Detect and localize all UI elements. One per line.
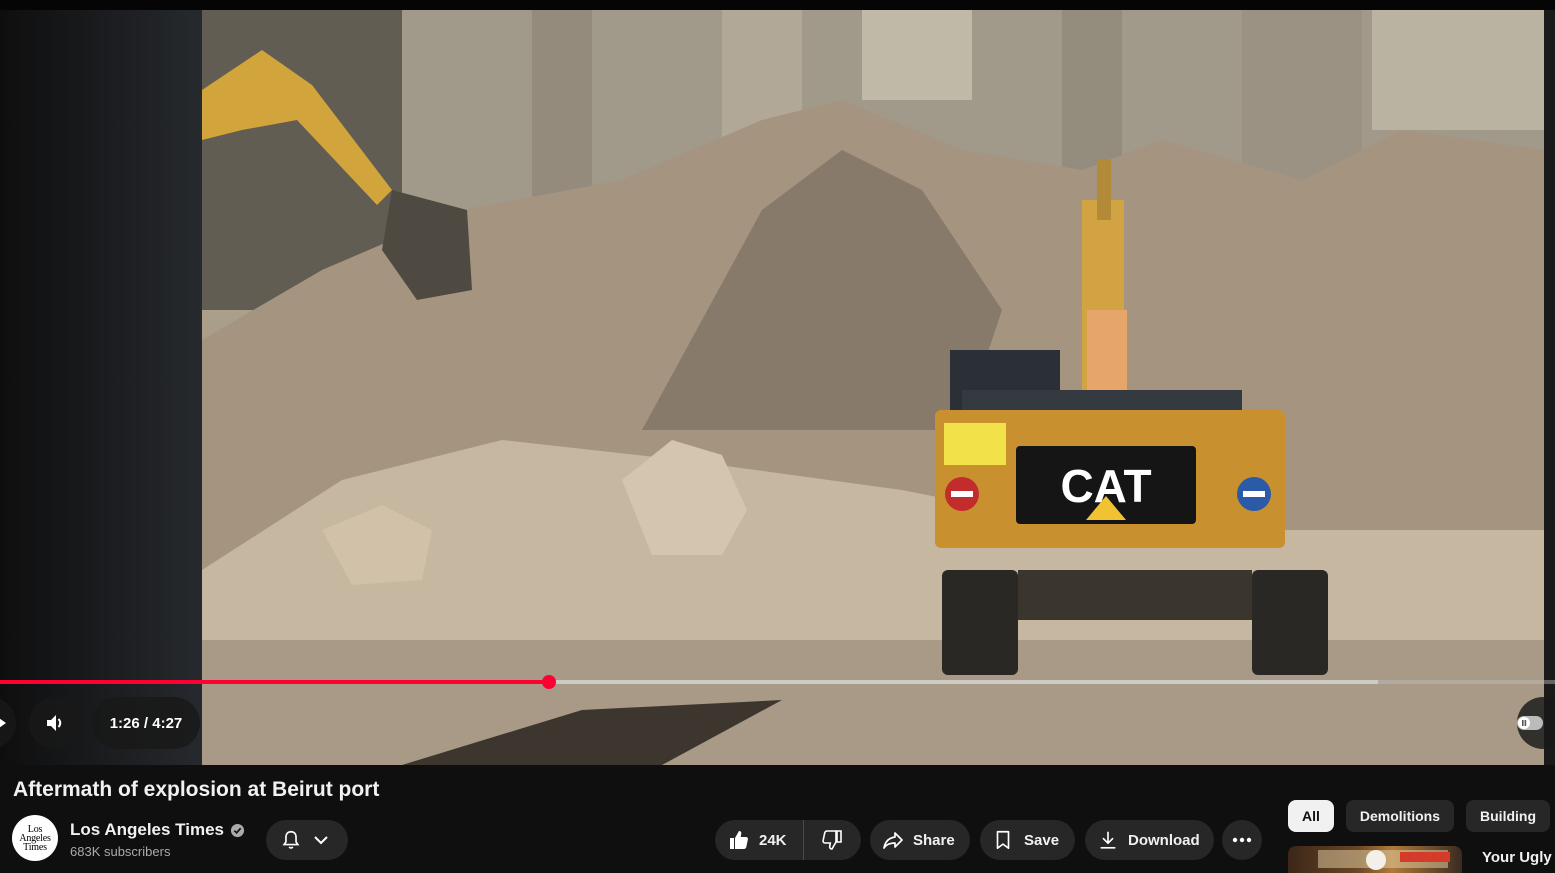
left-track (942, 570, 1018, 675)
progress-played (0, 680, 549, 684)
bell-icon (282, 830, 300, 849)
silo-panel (862, 10, 972, 100)
download-label: Download (1128, 831, 1200, 849)
dislike-button[interactable] (804, 820, 861, 860)
time-separator: / (143, 714, 149, 732)
right-sign-arrow (1243, 491, 1265, 497)
current-time: 1:26 (109, 714, 140, 732)
player-pillarbox-left (0, 10, 202, 765)
like-button[interactable]: 24K (715, 820, 804, 860)
recommendation-title[interactable]: Your Ugly C (1482, 849, 1555, 866)
save-label: Save (1024, 831, 1060, 849)
duration: 4:27 (152, 714, 183, 732)
silo-panel (1372, 10, 1544, 130)
chip-building[interactable]: Building (1466, 800, 1551, 832)
thumbs-down-icon (821, 830, 842, 850)
channel-name: Los Angeles Times (70, 820, 224, 839)
player-top-edge (0, 0, 1555, 10)
thumbnail-art (1318, 850, 1450, 870)
filter-chips: All Demolitions Building (1288, 800, 1555, 832)
channel-logo: Los Angeles Times (19, 824, 51, 853)
recommendation-thumbnail[interactable] (1288, 846, 1462, 873)
time-display: 1:26 / 4:27 (92, 697, 200, 749)
video-scene: CAT (202, 10, 1544, 765)
channel-avatar[interactable]: Los Angeles Times (12, 815, 58, 861)
ground (202, 640, 1544, 765)
video-title: Aftermath of explosion at Beirut port (13, 778, 380, 801)
download-button[interactable]: Download (1085, 820, 1214, 860)
share-button[interactable]: Share (870, 820, 970, 860)
volume-icon (47, 715, 62, 731)
hydraulic-hose (1087, 310, 1127, 390)
channel-name-link[interactable]: Los Angeles Times (70, 820, 245, 840)
save-button[interactable]: Save (980, 820, 1075, 860)
excavator-boom-tip (1097, 160, 1111, 220)
share-icon (883, 832, 903, 849)
channel-logo-line: Times (23, 841, 47, 853)
chevron-down-icon (314, 836, 328, 845)
video-frame[interactable]: CAT (202, 10, 1544, 765)
mute-button[interactable] (29, 697, 81, 749)
like-dislike-group: 24K (715, 820, 861, 860)
left-sign-arrow (951, 491, 973, 497)
more-actions-button[interactable] (1222, 820, 1262, 860)
more-horizontal-icon (1232, 837, 1252, 843)
autoplay-icon (1517, 716, 1543, 730)
undercarriage (1018, 570, 1252, 620)
chip-all[interactable]: All (1288, 800, 1334, 832)
player-pillarbox-right (1544, 10, 1555, 765)
progress-scrubber-handle[interactable] (541, 675, 556, 689)
share-label: Share (913, 831, 955, 849)
right-track (1252, 570, 1328, 675)
next-icon (0, 718, 6, 728)
progress-bar[interactable] (0, 680, 1555, 684)
bookmark-icon (996, 830, 1010, 850)
like-count: 24K (759, 831, 787, 849)
notification-button[interactable] (266, 820, 348, 860)
thumbs-up-icon (730, 831, 748, 849)
warning-sticker (944, 423, 1006, 465)
video-player[interactable]: CAT 1:26 / 4:27 (0, 0, 1555, 765)
chip-demolitions[interactable]: Demolitions (1345, 800, 1455, 832)
verified-icon (230, 823, 245, 837)
download-icon (1100, 831, 1116, 849)
subscriber-count: 683K subscribers (70, 844, 171, 859)
